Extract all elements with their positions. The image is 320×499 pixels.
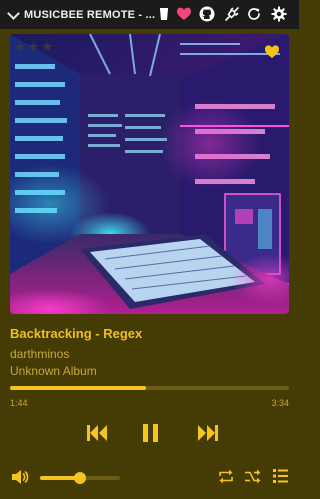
track-album: Unknown Album xyxy=(10,364,97,378)
repeat-icon[interactable] xyxy=(218,469,234,484)
star-icon[interactable]: ★ xyxy=(28,40,40,53)
track-title: Backtracking - Regex xyxy=(10,326,143,341)
loved-heart-icon[interactable] xyxy=(264,44,280,59)
plug-icon[interactable] xyxy=(224,6,240,22)
album-art xyxy=(10,34,289,314)
volume-icon[interactable] xyxy=(12,469,30,485)
title-bar: MUSICBEE REMOTE - ... xyxy=(0,0,299,29)
refresh-icon[interactable] xyxy=(246,6,262,22)
gear-icon[interactable] xyxy=(271,6,287,22)
seek-bar-fill xyxy=(10,386,146,390)
elapsed-time: 1:44 xyxy=(10,398,28,408)
cup-icon[interactable] xyxy=(156,6,172,22)
previous-icon[interactable] xyxy=(87,424,107,442)
seek-bar[interactable] xyxy=(10,386,289,390)
star-icon[interactable]: ★ xyxy=(14,40,26,53)
star-icon[interactable]: ★ xyxy=(41,40,53,53)
github-icon[interactable] xyxy=(199,6,215,22)
pause-icon[interactable] xyxy=(142,423,160,443)
track-artist: darthminos xyxy=(10,347,70,361)
shuffle-icon[interactable] xyxy=(245,469,261,484)
window-title: MUSICBEE REMOTE - ... xyxy=(24,8,156,21)
volume-knob[interactable] xyxy=(74,472,86,484)
volume-slider[interactable] xyxy=(40,472,120,484)
chevron-down-icon[interactable] xyxy=(7,6,20,20)
total-time: 3:34 xyxy=(271,398,289,408)
rating-stars[interactable]: ★ ★ ★ xyxy=(14,40,53,53)
next-icon[interactable] xyxy=(198,424,218,442)
playlist-icon[interactable] xyxy=(273,468,288,484)
heart-icon[interactable] xyxy=(176,6,192,22)
